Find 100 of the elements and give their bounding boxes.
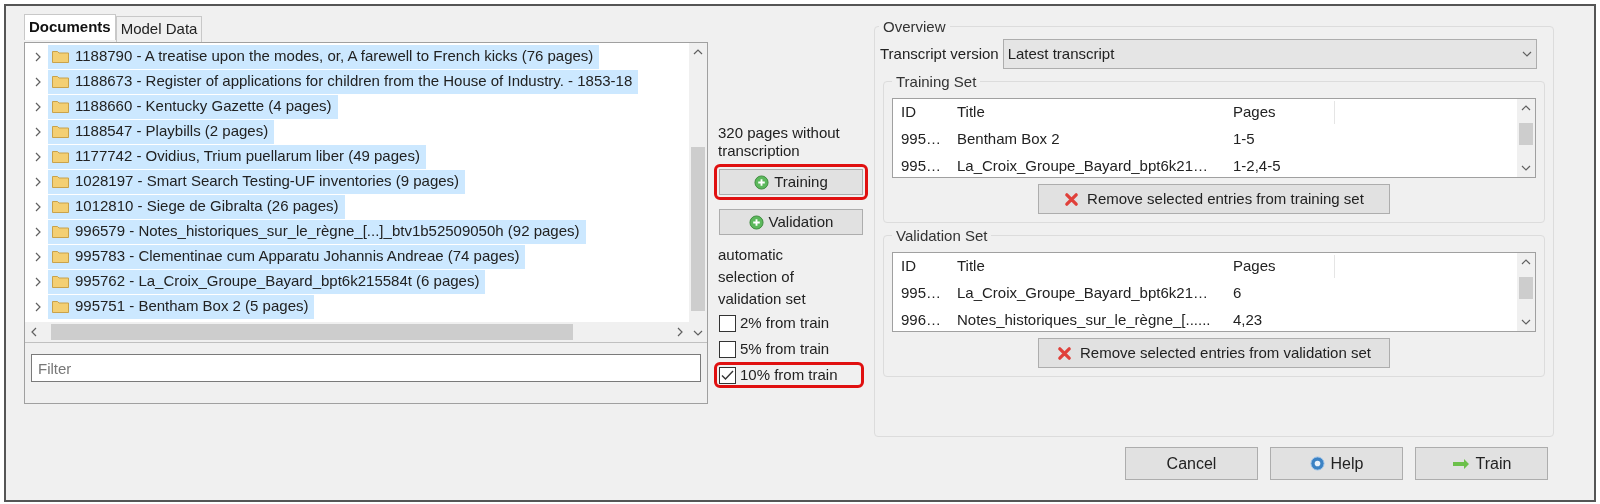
tree-item[interactable]: 1188673 - Register of applications for children from the House of Industry. - 1853-18 (48, 69, 639, 94)
tab[interactable]: Documents (24, 14, 116, 40)
folder-icon (52, 75, 69, 88)
column-header[interactable]: Title (949, 101, 1225, 124)
help-icon (1309, 456, 1325, 471)
option-checkbox[interactable]: 10% from train (719, 365, 859, 385)
expand-chevron-icon[interactable] (33, 251, 43, 262)
folder-icon (52, 225, 69, 238)
table-cell-text: Bentham Box 2 (956, 129, 1061, 150)
folder-icon (52, 200, 69, 213)
scroll-down-icon[interactable] (1521, 317, 1531, 327)
transcript-version-dropdown[interactable]: Latest transcript (1002, 39, 1537, 69)
train-button[interactable]: Train (1415, 447, 1548, 480)
document-label: 1188547 - Playbills (2 pages) (75, 121, 269, 142)
table-cell-text: 1-5 (1232, 129, 1256, 150)
table-cell-text: 995… (900, 129, 943, 150)
table-cell-text: 6 (1232, 283, 1243, 304)
table-cell-text: 4,23 (1232, 310, 1264, 331)
vertical-scrollbar[interactable] (1517, 253, 1535, 331)
column-header[interactable]: Pages (1225, 255, 1335, 278)
scroll-left-icon[interactable] (29, 327, 39, 337)
table-cell-text: 995… (900, 156, 943, 177)
folder-icon (52, 275, 69, 288)
document-label: 995751 - Bentham Box 2 (5 pages) (75, 296, 309, 317)
plus-icon (754, 174, 770, 190)
scroll-right-icon[interactable] (675, 327, 685, 337)
cancel-button[interactable]: Cancel (1125, 447, 1258, 480)
scrollbar-thumb[interactable] (1519, 123, 1533, 145)
checkmark-icon (721, 369, 734, 381)
tree-item[interactable]: 995751 - Bentham Box 2 (5 pages) (48, 294, 315, 319)
folder-icon (52, 250, 69, 263)
expand-chevron-icon[interactable] (33, 226, 43, 237)
folder-icon (52, 150, 69, 163)
folder-icon (52, 100, 69, 113)
tree-item[interactable]: 995762 - La_Croix_Groupe_Bayard_bpt6k215584t (6 pages) (48, 269, 486, 294)
scroll-up-icon[interactable] (1521, 103, 1531, 113)
remove-entries-button[interactable]: Remove selected entries from validation set (1038, 338, 1390, 368)
tree-item[interactable]: 1012810 - Siege de Gibralta (26 pages) (48, 194, 345, 219)
add-to-set-button[interactable]: Training (719, 169, 863, 195)
table-cell-text: 1-2,4-5 (1232, 156, 1282, 177)
expand-chevron-icon[interactable] (33, 176, 43, 187)
close-icon (1064, 191, 1080, 207)
document-label: 1188673 - Register of applications for children from the House of Industry. - 1853-18 (75, 71, 633, 92)
table-cell-text: 996… (900, 310, 943, 331)
folder-icon (52, 175, 69, 188)
tab[interactable]: Model Data (115, 16, 203, 42)
document-label: 995783 - Clementinae cum Apparatu Johannis Andreae (74 pages) (75, 246, 520, 267)
scrollbar-thumb[interactable] (1519, 277, 1533, 299)
document-label: 1012810 - Siege de Gibralta (26 pages) (75, 196, 339, 217)
expand-chevron-icon[interactable] (33, 301, 43, 312)
scrollbar-thumb[interactable] (691, 147, 705, 311)
table-cell-text: La_Croix_Groupe_Bayard_bpt6k21… (956, 283, 1209, 304)
expand-chevron-icon[interactable] (33, 101, 43, 112)
pages-info-text: 320 pages without transcription (717, 124, 841, 160)
option-checkbox[interactable]: 2% from train (719, 313, 859, 333)
plus-icon (748, 214, 764, 230)
auto-selection-label: automatic selection of validation set (717, 245, 807, 309)
column-header[interactable]: ID (893, 101, 949, 124)
folder-icon (52, 300, 69, 313)
table-cell-text: La_Croix_Groupe_Bayard_bpt6k21… (956, 156, 1209, 177)
table-cell-text: Notes_historiques_sur_le_règne_[...... (956, 310, 1212, 331)
scroll-up-icon[interactable] (693, 47, 703, 57)
tree-item[interactable]: 1177742 - Ovidius, Trium puellarum liber (49 pages) (48, 144, 426, 169)
vertical-scrollbar[interactable] (689, 43, 707, 342)
scrollbar-thumb[interactable] (51, 324, 573, 340)
tree-item[interactable]: 1028197 - Smart Search Testing-UF inventories (9 pages) (48, 169, 466, 194)
transcript-version-label: Transcript version (879, 43, 999, 64)
tree-item[interactable]: 1188547 - Playbills (2 pages) (48, 119, 275, 144)
vertical-scrollbar[interactable] (1517, 99, 1535, 177)
tree-item[interactable]: 1188660 - Kentucky Gazette (4 pages) (48, 94, 338, 119)
filter-field[interactable]: Filter (31, 354, 701, 382)
expand-chevron-icon[interactable] (33, 276, 43, 287)
column-header[interactable]: ID (893, 255, 949, 278)
document-label: 1028197 - Smart Search Testing-UF inventories (9 pages) (75, 171, 460, 192)
document-label: 996579 - Notes_historiques_sur_le_règne_[...]_btv1b52509050h (92 pages) (75, 221, 580, 242)
folder-icon (52, 50, 69, 63)
document-label: 1177742 - Ovidius, Trium puellarum liber (49 pages) (75, 146, 420, 167)
document-label: 1188790 - A treatise upon the modes, or, A farewell to French kicks (76 pages) (75, 46, 594, 67)
arrow-right-icon (1451, 457, 1470, 470)
expand-chevron-icon[interactable] (33, 126, 43, 137)
help-button[interactable]: Help (1270, 447, 1403, 480)
expand-chevron-icon[interactable] (33, 201, 43, 212)
add-to-set-button[interactable]: Validation (719, 209, 863, 235)
expand-chevron-icon[interactable] (33, 51, 43, 62)
document-label: 1188660 - Kentucky Gazette (4 pages) (75, 96, 332, 117)
close-icon (1057, 345, 1072, 361)
scroll-down-icon[interactable] (693, 328, 703, 338)
column-header[interactable]: Pages (1225, 101, 1335, 124)
column-header[interactable]: Title (949, 255, 1225, 278)
horizontal-scrollbar[interactable] (25, 322, 689, 342)
tree-item[interactable]: 1188790 - A treatise upon the modes, or, A farewell to French kicks (76 pages) (48, 44, 600, 69)
remove-entries-button[interactable]: Remove selected entries from training set (1038, 184, 1390, 214)
dropdown-caret-icon[interactable] (1522, 49, 1532, 59)
tree-item[interactable]: 996579 - Notes_historiques_sur_le_règne_[...]_btv1b52509050h (92 pages) (48, 219, 586, 244)
option-checkbox[interactable]: 5% from train (719, 339, 859, 359)
tree-item[interactable]: 995783 - Clementinae cum Apparatu Johannis Andreae (74 pages) (48, 244, 526, 269)
expand-chevron-icon[interactable] (33, 76, 43, 87)
expand-chevron-icon[interactable] (33, 151, 43, 162)
scroll-down-icon[interactable] (1521, 163, 1531, 173)
scroll-up-icon[interactable] (1521, 257, 1531, 267)
